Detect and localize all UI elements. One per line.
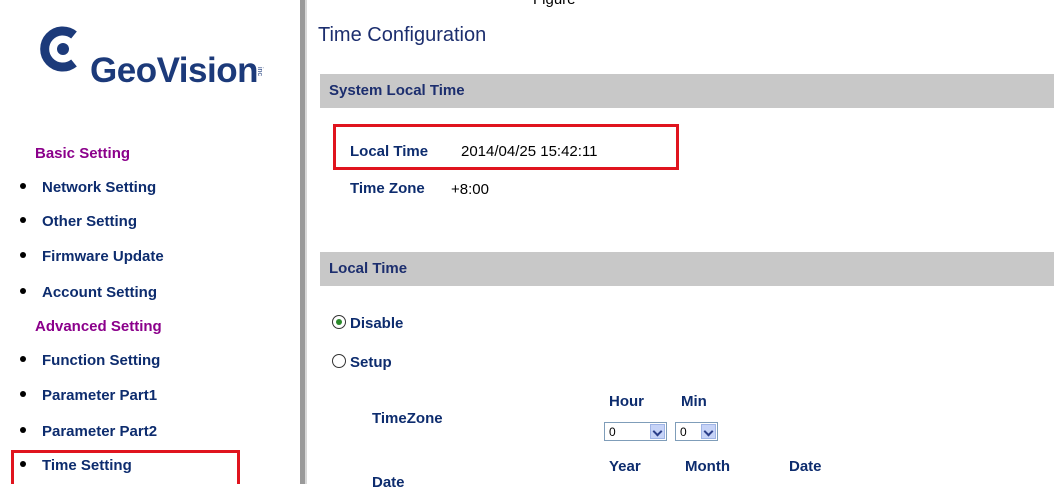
page-title: Time Configuration <box>318 24 487 46</box>
year-column-label: Year <box>609 458 641 475</box>
sidebar-item-label: Firmware Update <box>42 248 164 265</box>
sidebar-item-other-setting[interactable]: Other Setting <box>20 213 137 230</box>
local-time-value: 2014/04/25 15:42:11 <box>461 143 598 160</box>
sidebar-item-account-setting[interactable]: Account Setting <box>20 284 157 301</box>
sidebar-divider-shadow <box>305 0 307 484</box>
setup-radio-option[interactable]: Setup <box>332 354 392 371</box>
bullet-icon <box>20 391 26 398</box>
logo-swirl-icon <box>40 26 77 72</box>
sidebar-item-function-setting[interactable]: Function Setting <box>20 352 160 369</box>
sidebar-item-label: Account Setting <box>42 284 157 301</box>
hour-select[interactable]: 0 <box>604 422 667 441</box>
time-zone-value: +8:00 <box>451 181 489 198</box>
disable-radio-option[interactable]: Disable <box>332 315 403 332</box>
setup-radio-label: Setup <box>350 354 392 371</box>
local-time-header: Local Time <box>320 252 1054 286</box>
sidebar-item-label: Network Setting <box>42 179 157 196</box>
top-caption-text: Figure <box>533 0 576 8</box>
sidebar-item-label: Parameter Part1 <box>42 387 158 404</box>
logo-brand-text: GeoVision <box>90 51 258 90</box>
bullet-icon <box>20 217 26 224</box>
disable-radio-button[interactable] <box>332 315 346 330</box>
local-time-header-label: Local Time <box>329 260 408 277</box>
logo-inc-text: inc <box>256 67 263 76</box>
sidebar-item-label: Function Setting <box>42 352 161 369</box>
geovision-logo: GeoVision inc <box>38 25 268 95</box>
local-time-label: Local Time <box>350 143 429 160</box>
chevron-down-icon[interactable] <box>650 424 665 439</box>
hour-column-label: Hour <box>609 393 644 410</box>
sidebar-item-parameter-part1[interactable]: Parameter Part1 <box>20 387 157 404</box>
min-select[interactable]: 0 <box>675 422 718 441</box>
date-column-label: Date <box>789 458 822 475</box>
date-label: Date <box>372 474 405 491</box>
month-column-label: Month <box>685 458 730 475</box>
hour-select-value: 0 <box>609 425 616 439</box>
bullet-icon <box>20 356 26 363</box>
sidebar-item-network-setting[interactable]: Network Setting <box>20 179 156 196</box>
disable-radio-label: Disable <box>350 315 404 332</box>
timezone-label: TimeZone <box>372 410 443 427</box>
sidebar: GeoVision inc Basic Setting Network Sett… <box>0 0 300 484</box>
sidebar-item-parameter-part2[interactable]: Parameter Part2 <box>20 423 157 440</box>
chevron-down-icon[interactable] <box>701 424 716 439</box>
bullet-icon <box>20 183 26 190</box>
sidebar-item-label: Other Setting <box>42 213 138 230</box>
sidebar-item-label: Parameter Part2 <box>42 423 158 440</box>
sidebar-item-firmware-update[interactable]: Firmware Update <box>20 248 164 265</box>
min-column-label: Min <box>681 393 707 410</box>
bullet-icon <box>20 252 26 259</box>
system-local-time-header-label: System Local Time <box>329 82 465 99</box>
basic-setting-heading: Basic Setting <box>35 145 131 162</box>
setup-radio-button[interactable] <box>332 354 346 369</box>
time-setting-highlight-box <box>11 450 240 484</box>
min-select-value: 0 <box>680 425 687 439</box>
advanced-setting-heading: Advanced Setting <box>35 318 162 335</box>
system-local-time-header: System Local Time <box>320 74 1054 108</box>
time-zone-label: Time Zone <box>350 180 425 197</box>
bullet-icon <box>20 288 26 295</box>
bullet-icon <box>20 427 26 434</box>
